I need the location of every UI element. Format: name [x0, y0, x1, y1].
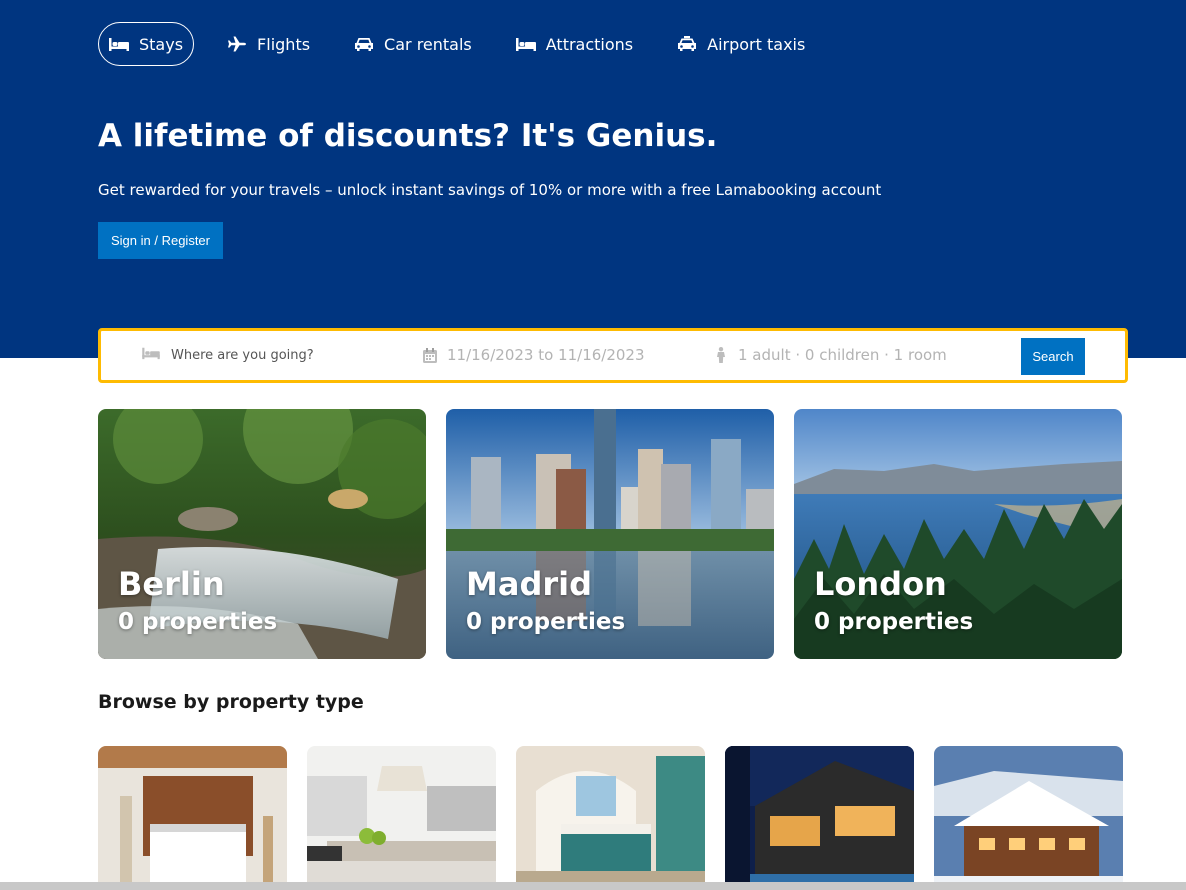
apartment-image — [307, 746, 496, 890]
guests-field[interactable]: 1 adult · 0 children · 1 room — [716, 346, 947, 364]
property-types-title: Browse by property type — [98, 691, 364, 713]
city-name: Madrid — [466, 565, 592, 603]
property-type-card-resorts[interactable] — [516, 746, 705, 890]
nav-item-label: Car rentals — [384, 34, 472, 54]
car-icon — [354, 36, 374, 52]
destination-field[interactable] — [141, 346, 371, 364]
city-properties-count: 0 properties — [814, 609, 974, 635]
nav-item-label: Flights — [257, 34, 311, 54]
top-nav: Stays Flights Car rentals Attractions Ai… — [98, 22, 838, 66]
hero-title: A lifetime of discounts? It's Genius. — [98, 118, 718, 154]
featured-cities: Berlin 0 properties Madrid 0 properties … — [98, 409, 1142, 659]
nav-item-airport-taxis[interactable]: Airport taxis — [666, 22, 816, 66]
guests-text: 1 adult · 0 children · 1 room — [738, 346, 947, 364]
property-type-card-villas[interactable] — [725, 746, 914, 890]
plane-icon — [227, 36, 247, 52]
calendar-icon — [423, 347, 437, 363]
city-card-berlin[interactable]: Berlin 0 properties — [98, 409, 426, 659]
city-name: London — [814, 565, 947, 603]
villa-image — [725, 746, 914, 890]
nav-item-label: Airport taxis — [707, 34, 806, 54]
nav-item-attractions[interactable]: Attractions — [505, 22, 644, 66]
bed-icon — [141, 346, 161, 364]
property-types-list — [98, 746, 1143, 890]
date-range-field[interactable]: 11/16/2023 to 11/16/2023 — [423, 346, 645, 364]
nav-item-flights[interactable]: Flights — [216, 22, 321, 66]
bed-icon — [109, 36, 129, 52]
city-properties-count: 0 properties — [466, 609, 626, 635]
horizontal-scrollbar[interactable] — [0, 882, 1186, 890]
property-type-card-cabins[interactable] — [934, 746, 1123, 890]
city-card-madrid[interactable]: Madrid 0 properties — [446, 409, 774, 659]
hero-subtitle: Get rewarded for your travels – unlock i… — [98, 181, 882, 199]
city-properties-count: 0 properties — [118, 609, 278, 635]
city-name: Berlin — [118, 565, 225, 603]
taxi-icon — [677, 36, 697, 52]
nav-item-label: Stays — [139, 34, 184, 54]
city-card-london[interactable]: London 0 properties — [794, 409, 1122, 659]
nav-item-stays[interactable]: Stays — [98, 22, 195, 66]
hotel-image — [98, 746, 287, 890]
destination-input[interactable] — [171, 347, 371, 363]
nav-item-label: Attractions — [545, 34, 634, 54]
property-type-card-apartments[interactable] — [307, 746, 496, 890]
bed-icon — [515, 36, 536, 52]
sign-in-register-button[interactable]: Sign in / Register — [98, 222, 223, 259]
resort-image — [516, 746, 705, 890]
search-bar: 11/16/2023 to 11/16/2023 1 adult · 0 chi… — [98, 328, 1128, 383]
nav-item-car-rentals[interactable]: Car rentals — [343, 22, 483, 66]
cabin-image — [934, 746, 1123, 890]
person-icon — [716, 347, 726, 363]
search-button[interactable]: Search — [1021, 338, 1085, 375]
property-type-card-hotels[interactable] — [98, 746, 287, 890]
date-range-text: 11/16/2023 to 11/16/2023 — [447, 346, 645, 364]
